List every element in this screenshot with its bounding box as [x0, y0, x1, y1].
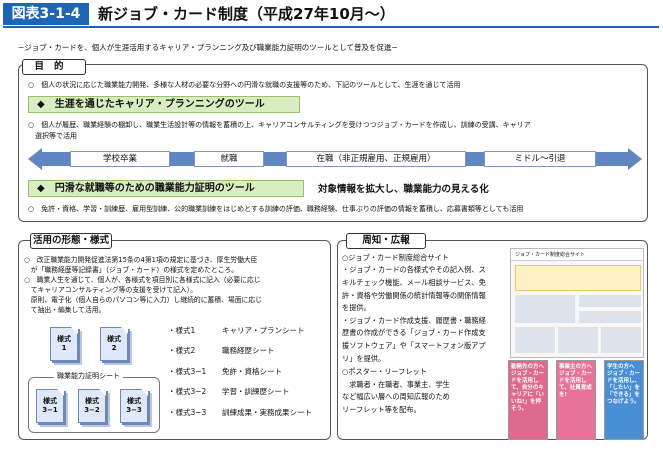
- form-3-3-document-icon: 様式 3−3: [120, 389, 148, 423]
- stage-middle-retirement: ミドル〜引退: [484, 151, 596, 167]
- publicity-line-12: など幅広い層への周知広報のため: [342, 392, 450, 401]
- purpose-line-2: ○ 個人が履歴、職業経験の棚卸し、職業生活設計等の情報を蓄積の上、キャリアコンサ…: [28, 121, 531, 129]
- form-3-1-document-icon: 様式 3−1: [36, 389, 64, 423]
- form-list-item-5: ・様式3−3 訓練成果・実務成果シート: [168, 408, 312, 417]
- figure-title: 新ジョブ・カード制度（平成27年10月〜）: [98, 5, 395, 23]
- publicity-line-7: 歴書の作成ができる「ジョブ・カード作成支: [342, 328, 486, 337]
- usage-line-2: が「職務経歴等記録書」（ジョブ・カード）の様式を定めたところ。: [24, 266, 239, 274]
- figure-header: 図表3-1-4 新ジョブ・カード制度（平成27年10月〜）: [0, 0, 663, 28]
- publicity-line-3: キルチェック機能、メール相談サービス、免: [342, 278, 486, 287]
- publicity-line-10: ○ポスター・リーフレット: [342, 367, 427, 376]
- publicity-line-9: リ」を提供。: [342, 354, 386, 363]
- website-screenshot: ジョブ・カード制度総合サイト: [510, 248, 644, 358]
- website-link-block: [579, 311, 641, 323]
- ability-certificate-label: 職業能力証明シート: [54, 371, 123, 381]
- usage-line-6: て抽出・編集して活用。: [24, 306, 106, 314]
- website-image-block: [515, 295, 575, 323]
- usage-line-1: ○ 改正職業能力開発促進法第15条の4第1項の規定に基づき、厚生労働大臣: [24, 256, 258, 264]
- publicity-line-5: を提供。: [342, 303, 371, 312]
- form-3-2-document-icon: 様式 3−2: [78, 389, 106, 423]
- stage-employment: 就職: [194, 151, 264, 167]
- purpose-line-3: 選択等で活用: [28, 132, 77, 140]
- website-tile-block: [558, 327, 598, 353]
- usage-line-3: ○ 職業人生を通じて、個人が、各様式を項目別に各様式に記入（必要に応じ: [24, 276, 261, 284]
- form-list-item-2: ・様式2 職務経歴シート: [168, 346, 275, 355]
- publicity-line-2: ・ジョブ・カードの各様式やその記入例、ス: [342, 265, 486, 274]
- website-tile-block: [515, 327, 555, 353]
- form-list-item-4: ・様式3−2 学習・訓練歴シート: [168, 387, 290, 396]
- leaflet-employers: 事業主の方へ ジョブ・カードを活用して、社員育成を!: [556, 360, 596, 440]
- intro-text: −ジョブ・カードを、個人が生涯活用するキャリア・プランニング及び職業能力証明のツ…: [18, 43, 398, 52]
- publicity-line-11: 求職者・在職者、事業主、学生: [342, 380, 450, 389]
- stage-school-graduation: 学校卒業: [70, 151, 170, 167]
- website-link-block: [579, 295, 641, 307]
- purpose-line-4: ○ 免許・資格、学習・訓練歴、雇用型訓練、公的職業訓練をはじめとする訓練の評価、…: [28, 205, 524, 213]
- publicity-line-8: 援ソフトウェア」や「スマートフォン版アプ: [342, 341, 486, 350]
- usage-label: 活用の形態・様式: [30, 233, 112, 249]
- form-list-item-1: ・様式1 キャリア・プランシート: [168, 326, 305, 335]
- publicity-line-4: 許・資格や労働関係の統計情報等の関係情報: [342, 291, 486, 300]
- form-2-document-icon: 様式 2: [100, 327, 128, 361]
- website-title: ジョブ・カード制度総合サイト: [511, 249, 643, 261]
- figure-number-badge: 図表3-1-4: [3, 3, 89, 25]
- usage-line-5: 原則、電子化（個人自らのパソコン等に入力）し継続的に蓄積、場面に応じ: [24, 296, 262, 304]
- form-list-item-3: ・様式3−1 免許・資格シート: [168, 367, 282, 376]
- career-planning-bar: ◆ 生涯を通じたキャリア・プランニングのツール: [28, 96, 300, 113]
- publicity-line-13: リーフレット等を配布。: [342, 405, 421, 414]
- life-stage-arrow: 学校卒業 就職 在職（非正規雇用、正規雇用） ミドル〜引退: [28, 148, 642, 170]
- form-1-document-icon: 様式 1: [50, 327, 78, 361]
- ability-certificate-bar: ◆ 円滑な就職等のための職業能力証明のツール: [28, 180, 304, 197]
- purpose-label: 目的: [22, 59, 86, 75]
- leaflet-workers: 勤務先の方へ ジョブ・カードを活用して、自分のキャリアに「いいね!」を押そう。: [508, 360, 548, 440]
- leaflet-students: 学生の方へ ジョブ・カードを活用し、「したい」を「できる」をつなげよう。: [604, 360, 644, 440]
- publicity-label: 周知・広報: [346, 233, 426, 249]
- figure-page: 図表3-1-4 新ジョブ・カード制度（平成27年10月〜） −ジョブ・カードを、…: [0, 0, 663, 449]
- usage-line-4: てキャリアコンサルティング等の支援を受けて記入）。: [24, 286, 197, 294]
- website-banner-image: [515, 265, 641, 291]
- purpose-line-1: ○ 個人の状況に応じた職業能力開発、多様な人材の必要な分野への円滑な就職の支援等…: [28, 81, 461, 89]
- stage-in-employment: 在職（非正規雇用、正規雇用）: [286, 151, 466, 167]
- header-rule: [3, 26, 659, 28]
- publicity-line-6: ・ジョブ・カード作成支援、履歴書・職務経: [342, 316, 486, 325]
- website-tile-block: [601, 327, 641, 353]
- publicity-line-1: ○ジョブ・カード制度総合サイト: [342, 253, 449, 262]
- visualization-note: 対象情報を拡大し、職業能力の見える化: [318, 184, 489, 195]
